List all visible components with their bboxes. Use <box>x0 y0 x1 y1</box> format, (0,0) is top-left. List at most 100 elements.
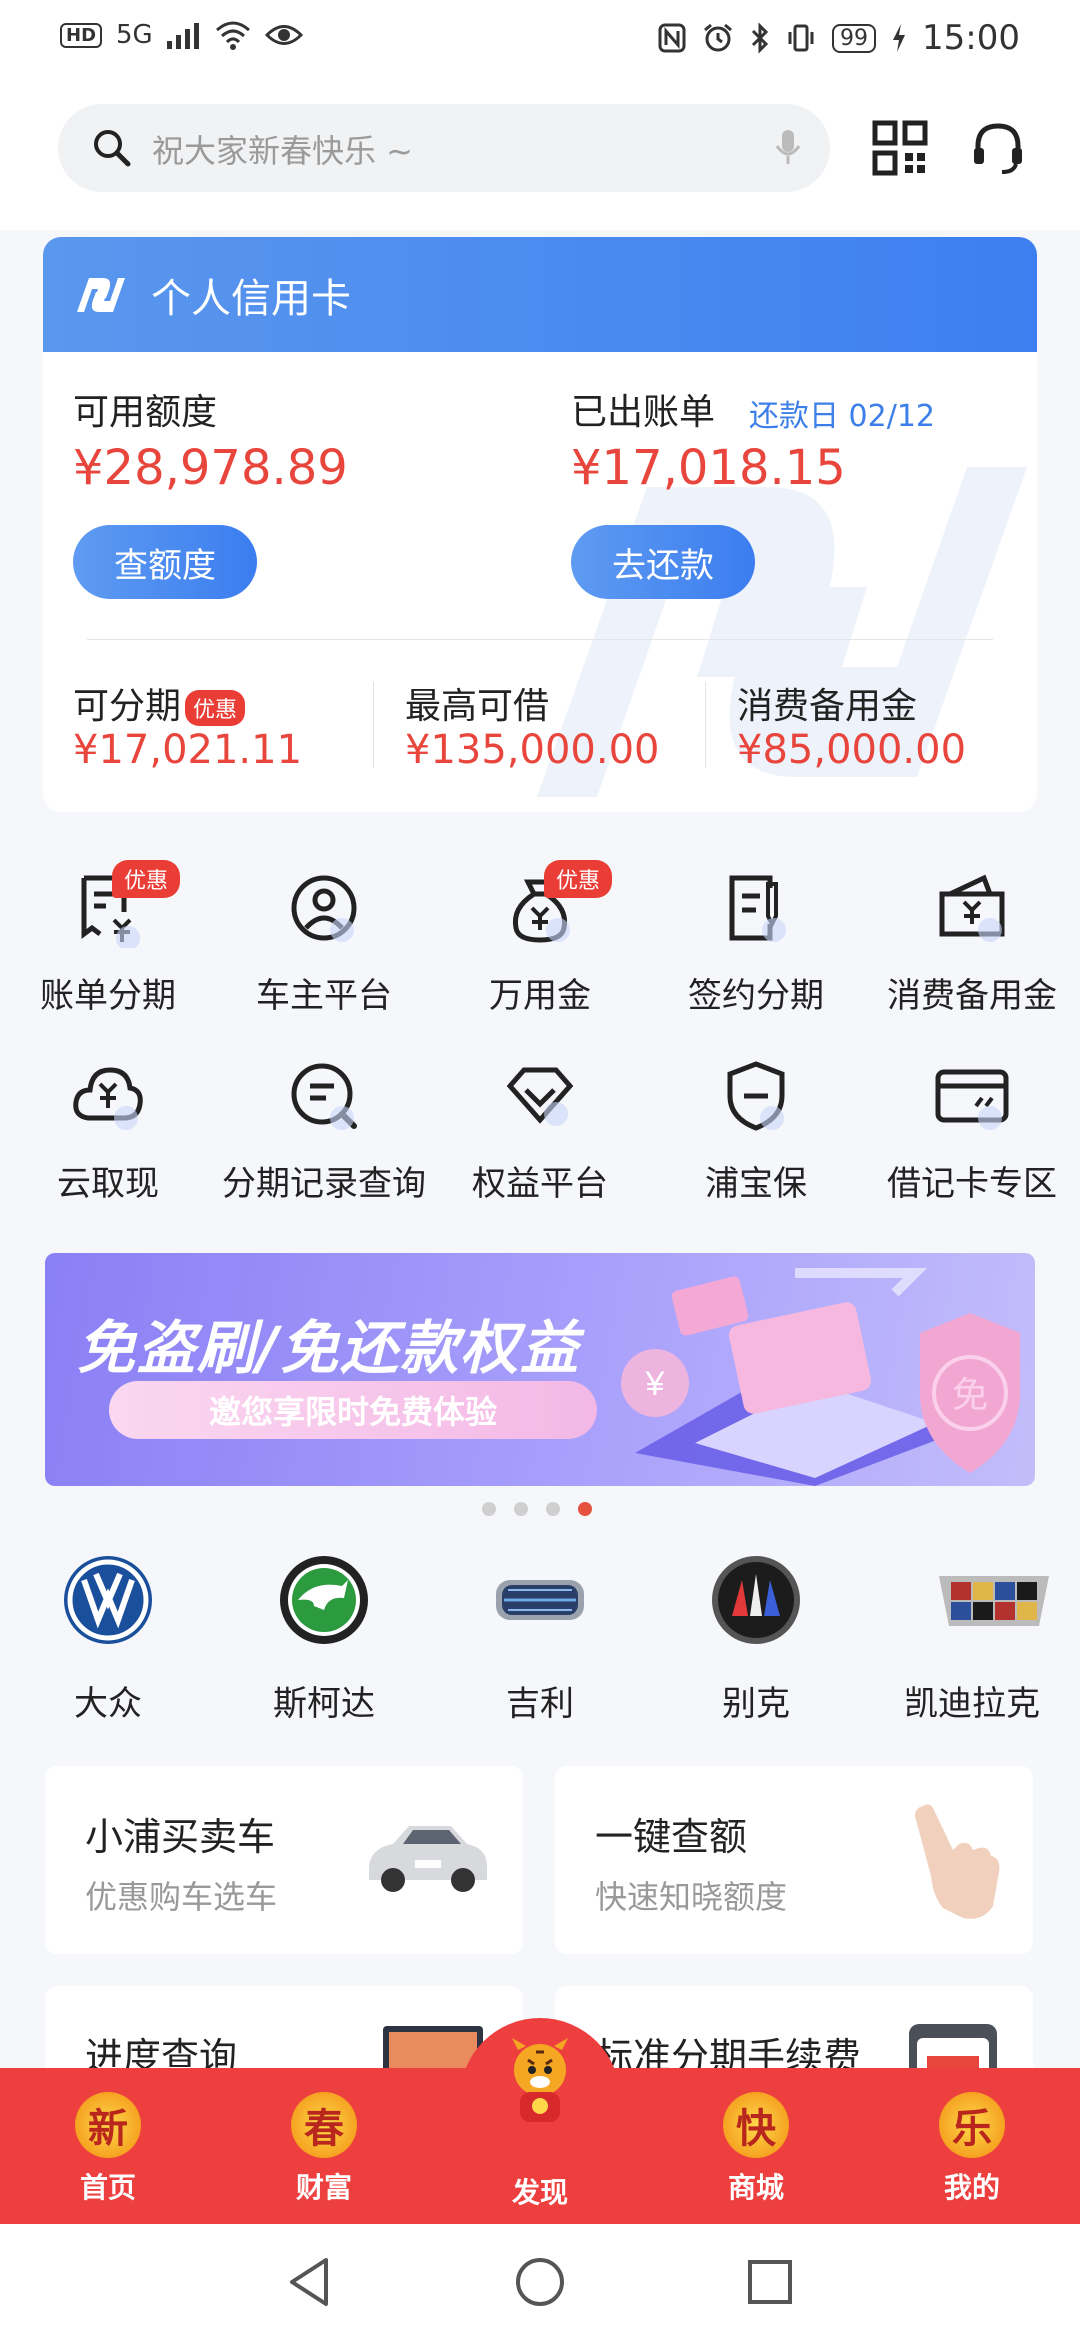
clock: 15:00 <box>922 18 1020 58</box>
nav-home[interactable]: 新 首页 <box>0 2068 216 2224</box>
record-search-icon <box>291 1063 357 1130</box>
brand-skoda[interactable]: 斯柯达 <box>216 1550 432 1725</box>
back-icon[interactable] <box>284 2254 334 2310</box>
search-bar[interactable]: 祝大家新春快乐 ~ <box>58 104 830 192</box>
grid-item-bill-installment[interactable]: 优惠 账单分期 <box>0 860 216 1017</box>
nav-label: 财富 <box>295 2171 352 2204</box>
grid-item-label: 云取现 <box>57 1164 159 1204</box>
carousel-dot[interactable] <box>514 1502 528 1516</box>
brand-name: 斯柯达 <box>273 1684 375 1724</box>
nav-label: 首页 <box>79 2171 136 2204</box>
due-date: 还款日 02/12 <box>749 399 935 434</box>
nav-mall[interactable]: 快 商城 <box>648 2068 864 2224</box>
microphone-icon[interactable] <box>774 126 802 170</box>
grid-item-label: 消费备用金 <box>887 976 1057 1016</box>
cloud-cash-icon <box>73 1067 143 1130</box>
status-left: HD 5G <box>60 20 303 50</box>
wallet-icon <box>939 874 1005 942</box>
check-limit-button[interactable]: 查额度 <box>73 525 257 599</box>
wealth-lantern-icon: 春 <box>291 2092 357 2158</box>
carousel-dot[interactable] <box>482 1502 496 1516</box>
card-title: 个人信用卡 <box>151 275 351 322</box>
banner-illustration: ¥ 免 <box>621 1268 1020 1486</box>
grid-item-car-owner[interactable]: 车主平台 <box>216 868 432 1017</box>
tile-quick-limit[interactable]: 一键查额 快速知晓额度 <box>555 1766 1033 1954</box>
grid-item-reserve-fund[interactable]: 消费备用金 <box>864 868 1080 1017</box>
repay-button[interactable]: 去还款 <box>571 525 755 599</box>
search-placeholder[interactable]: 祝大家新春快乐 ~ <box>152 126 413 172</box>
nfc-icon <box>658 23 686 53</box>
reserve-fund-label: 消费备用金 <box>737 686 918 727</box>
geely-logo-icon <box>496 1580 584 1620</box>
car-owner-icon <box>291 875 357 942</box>
battery-level: 99 <box>832 23 877 53</box>
nav-label: 我的 <box>943 2171 1000 2204</box>
bluetooth-icon <box>751 22 769 54</box>
max-borrow-amount: ¥135,000.00 <box>405 727 660 773</box>
grid-item-sign-installment[interactable]: 签约分期 <box>648 868 864 1017</box>
customer-service-icon[interactable] <box>970 120 1026 176</box>
nav-wealth[interactable]: 春 财富 <box>216 2068 432 2224</box>
hd-indicator: HD <box>60 22 103 48</box>
brand-buick[interactable]: 别克 <box>648 1550 864 1725</box>
grid-item-record-search[interactable]: 分期记录查询 <box>216 1056 432 1205</box>
home-circle-icon[interactable] <box>512 2254 568 2310</box>
discount-tag: 优惠 <box>185 690 246 726</box>
grid-item-label: 浦宝保 <box>705 1164 807 1204</box>
grid-item-debit-card[interactable]: 借记卡专区 <box>864 1056 1080 1205</box>
volkswagen-logo-icon <box>64 1556 152 1644</box>
reserve-fund-amount: ¥85,000.00 <box>737 727 967 773</box>
eye-icon <box>264 25 303 45</box>
carousel-dot-active[interactable] <box>578 1502 592 1516</box>
grid-item-insurance[interactable]: 浦宝保 <box>648 1056 864 1205</box>
recents-square-icon[interactable] <box>744 2254 794 2310</box>
tile-car-trade[interactable]: 小浦买卖车 优惠购车选车 <box>45 1766 523 1954</box>
grid-item-label: 万用金 <box>489 976 591 1016</box>
grid-item-money-bag[interactable]: 优惠 万用金 <box>432 860 648 1017</box>
grid-item-label: 分期记录查询 <box>222 1164 426 1204</box>
vertical-divider <box>705 682 706 768</box>
status-bar: HD 5G 99 15:00 <box>0 0 1080 80</box>
brand-name: 别克 <box>722 1684 790 1724</box>
bank-logo-icon <box>77 277 125 312</box>
credit-card-panel[interactable]: 个人信用卡 可用额度 ¥28,978.89 查额度 已出账单 还款日 02/12… <box>43 237 1037 812</box>
qr-scan-icon[interactable] <box>872 120 928 176</box>
car-image <box>369 1826 487 1892</box>
billed-label: 已出账单 <box>571 392 716 433</box>
nav-mine[interactable]: 乐 我的 <box>864 2068 1080 2224</box>
promo-banner[interactable]: ¥ 免 免盗刷/免还款权益 邀您享限时免费体验 <box>45 1253 1035 1486</box>
carousel-dot[interactable] <box>546 1502 560 1516</box>
mall-lantern-icon: 快 <box>723 2092 789 2158</box>
tile-subtitle: 优惠购车选车 <box>85 1878 278 1916</box>
banner-subtitle[interactable]: 邀您享限时免费体验 <box>109 1381 597 1439</box>
tile-title: 小浦买卖车 <box>85 1815 276 1859</box>
installment-label-text: 可分期 <box>73 686 182 727</box>
grid-item-label: 车主平台 <box>256 976 392 1016</box>
top-bar: 祝大家新春快乐 ~ <box>0 80 1080 230</box>
signal-icon <box>166 23 199 49</box>
search-icon <box>94 130 131 167</box>
grid-item-cloud-cash[interactable]: 云取现 <box>0 1056 216 1205</box>
grid-item-rights-platform[interactable]: 权益平台 <box>432 1056 648 1205</box>
card-divider <box>87 639 993 640</box>
brand-cadillac[interactable]: 凯迪拉克 <box>864 1550 1080 1725</box>
network-label: 5G <box>116 20 153 50</box>
nav-label: 发现 <box>511 2176 568 2209</box>
hand-pointer-image <box>915 1804 1000 1919</box>
nav-label: 商城 <box>727 2171 784 2204</box>
brand-geely[interactable]: 吉利 <box>432 1550 648 1725</box>
vibrate-icon <box>788 24 814 52</box>
card-header[interactable]: 个人信用卡 <box>43 237 1037 352</box>
debit-card-icon <box>935 1069 1009 1130</box>
vertical-divider <box>373 682 374 768</box>
promo-badge: 优惠 <box>112 860 181 898</box>
tiger-mascot-icon[interactable] <box>492 2030 588 2126</box>
svg-text:¥: ¥ <box>645 1365 665 1403</box>
sign-installment-icon <box>729 875 786 942</box>
charging-icon <box>893 24 906 52</box>
grid-item-label: 账单分期 <box>40 976 176 1016</box>
installment-amount: ¥17,021.11 <box>73 727 303 773</box>
cadillac-logo-icon <box>938 1576 1049 1626</box>
home-lantern-icon: 新 <box>75 2092 141 2158</box>
brand-volkswagen[interactable]: 大众 <box>0 1550 216 1725</box>
